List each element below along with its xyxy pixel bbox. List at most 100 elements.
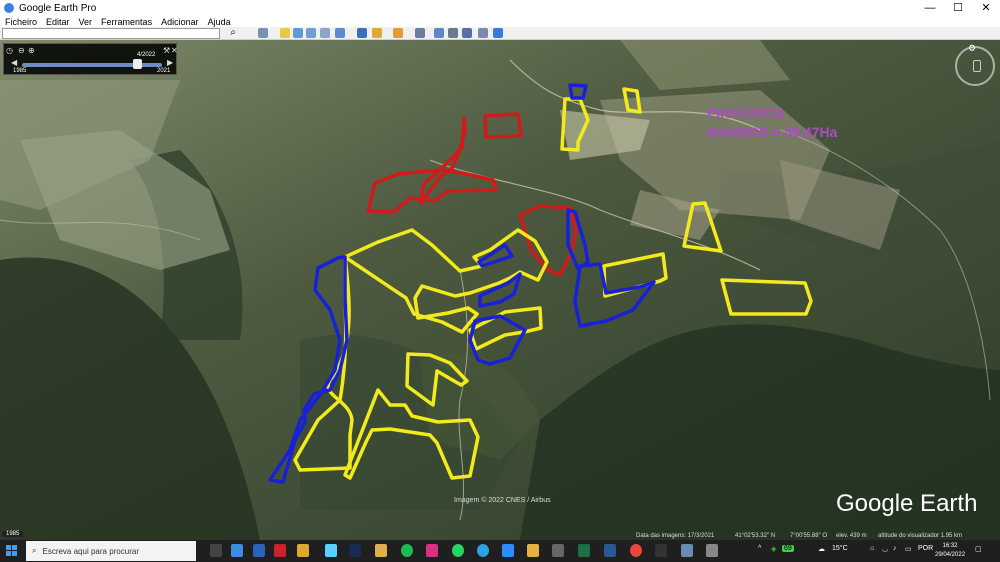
menu-ficheiro[interactable]: Ficheiro xyxy=(5,17,37,27)
instagram-icon[interactable] xyxy=(426,544,438,557)
yellow-polygon xyxy=(720,278,813,316)
whatsapp-icon[interactable] xyxy=(452,544,464,557)
window-title: Google Earth Pro xyxy=(19,2,97,14)
yellow-polygon xyxy=(602,252,668,298)
media-icon[interactable] xyxy=(297,544,309,557)
input-language[interactable]: POR xyxy=(918,545,933,552)
compass-control[interactable] xyxy=(955,46,995,86)
system-clock[interactable]: 16:32 29/04/2022 xyxy=(935,542,965,560)
map-view[interactable]: ◷ ⊖ ⊕ ⚒ ✕ 4/2022 ◀ ▶ 1985 2021 ⚙ PINHEIR… xyxy=(0,40,1000,540)
wifi-icon[interactable]: ◡ xyxy=(882,545,888,553)
earth-gallery-icon[interactable] xyxy=(493,28,503,38)
sunlight-icon[interactable] xyxy=(372,28,382,38)
historical-imagery-slider[interactable]: ◷ ⊖ ⊕ ⚒ ✕ 4/2022 ◀ ▶ 1985 2021 xyxy=(3,43,178,75)
outlook-icon[interactable] xyxy=(253,544,265,557)
planets-icon[interactable] xyxy=(393,28,403,38)
path-icon[interactable] xyxy=(306,28,316,38)
yellow-polygon xyxy=(560,97,590,152)
word-icon[interactable] xyxy=(604,544,616,557)
menu-editar[interactable]: Editar xyxy=(46,17,70,27)
yellow-polygon xyxy=(622,87,642,114)
latitude: 41°02'53.32" N xyxy=(735,533,776,539)
tray-chevron-icon[interactable]: ^ xyxy=(758,545,761,552)
time-thumb[interactable] xyxy=(133,59,142,69)
google-earth-icon xyxy=(4,3,14,13)
notification-icon[interactable]: ▢ xyxy=(975,545,982,553)
close-button[interactable]: ✕ xyxy=(972,0,1000,16)
menu-bar: Ficheiro Editar Ver Ferramentas Adiciona… xyxy=(0,16,1000,27)
polygon-icon[interactable] xyxy=(293,28,303,38)
taskbar-search[interactable]: ⌕ Escreva aqui para procurar xyxy=(26,541,196,561)
windows-start-icon[interactable] xyxy=(6,545,18,557)
title-bar: Google Earth Pro — ☐ ✕ xyxy=(0,0,1000,16)
step-back-icon[interactable]: ◀ xyxy=(11,58,17,67)
google-earth-logo: Google Earth xyxy=(836,490,978,517)
chrome-icon[interactable] xyxy=(630,544,642,557)
network-icon[interactable]: ⌂ xyxy=(870,545,874,552)
temperature[interactable]: 15°C xyxy=(832,545,848,552)
windows-taskbar: ⌕ Escreva aqui para procurar ^ ◈ 69 ☁ 15… xyxy=(0,540,1000,562)
search-icon[interactable]: ⌕ xyxy=(226,27,240,39)
yellow-polygon xyxy=(468,306,543,351)
imagery-credit: Imagem © 2022 CNES / Airbus xyxy=(454,497,551,504)
telegram-icon[interactable] xyxy=(477,544,489,557)
explorer-icon[interactable] xyxy=(527,544,539,557)
maps-icon[interactable] xyxy=(478,28,488,38)
weather-icon[interactable]: ☁ xyxy=(818,545,825,553)
acrobat-icon[interactable] xyxy=(274,544,286,557)
red-polygon xyxy=(483,112,523,139)
polygons-overlay xyxy=(268,83,813,484)
menu-ferramentas[interactable]: Ferramentas xyxy=(101,17,152,27)
app-icon[interactable] xyxy=(655,544,667,557)
battery-indicator[interactable]: 69 xyxy=(782,545,794,552)
spotify-icon[interactable] xyxy=(401,544,413,557)
ruler-icon[interactable] xyxy=(415,28,425,38)
end-year: 2021 xyxy=(157,68,171,74)
shield-icon[interactable]: ◈ xyxy=(771,545,776,553)
placemark-icon[interactable] xyxy=(280,28,290,38)
yellow-polygon xyxy=(405,352,469,407)
zoom-icon[interactable] xyxy=(502,544,514,557)
step-forward-icon[interactable]: ▶ xyxy=(167,58,173,67)
zoom-in-icon[interactable]: ⊕ xyxy=(28,46,35,55)
search-icon: ⌕ xyxy=(32,546,37,555)
longitude: 7°00'55.88" O xyxy=(790,533,828,539)
minimize-button[interactable]: — xyxy=(916,0,944,16)
folder-icon[interactable] xyxy=(325,544,337,557)
print-icon[interactable] xyxy=(448,28,458,38)
photoshop-icon[interactable] xyxy=(349,544,361,557)
battery-icon[interactable]: ▭ xyxy=(905,545,912,553)
eye-altitude: altitude do visualizador 1.95 km xyxy=(878,533,963,539)
network-app-icon[interactable] xyxy=(681,544,693,557)
close-icon[interactable]: ✕ xyxy=(171,46,178,55)
yellow-polygon xyxy=(682,201,723,253)
google-earth-task-icon[interactable] xyxy=(706,544,718,557)
edge-icon[interactable] xyxy=(231,544,243,557)
excel-icon[interactable] xyxy=(578,544,590,557)
clock-icon: ◷ xyxy=(6,46,13,55)
menu-adicionar[interactable]: Adicionar xyxy=(161,17,199,27)
historical-imagery-icon[interactable] xyxy=(357,28,367,38)
blue-polygon xyxy=(268,255,349,484)
zoom-out-icon[interactable]: ⊖ xyxy=(18,46,25,55)
settings-icon[interactable]: ⚒ xyxy=(163,46,170,55)
imagery-date: Data das imagens: 17/3/2021 xyxy=(636,533,715,539)
area-label-line1: PINHEIROS xyxy=(707,105,785,121)
image-overlay-icon[interactable] xyxy=(320,28,330,38)
sidebar-toggle-icon[interactable] xyxy=(258,28,268,38)
calculator-icon[interactable] xyxy=(552,544,564,557)
status-bar: 1985 Data das imagens: 17/3/2021 41°02'5… xyxy=(0,531,1000,540)
sketch-icon[interactable] xyxy=(375,544,387,557)
email-icon[interactable] xyxy=(434,28,444,38)
save-image-icon[interactable] xyxy=(462,28,472,38)
volume-icon[interactable]: ♪ xyxy=(893,545,897,552)
menu-ajuda[interactable]: Ajuda xyxy=(208,17,231,27)
task-view-icon[interactable] xyxy=(210,544,222,557)
search-input[interactable] xyxy=(2,28,220,39)
record-tour-icon[interactable] xyxy=(335,28,345,38)
menu-ver[interactable]: Ver xyxy=(79,17,93,27)
maximize-button[interactable]: ☐ xyxy=(944,0,972,16)
look-joystick-icon[interactable] xyxy=(973,60,981,72)
blue-polygon xyxy=(568,83,588,100)
clock-date: 29/04/2022 xyxy=(935,552,966,558)
